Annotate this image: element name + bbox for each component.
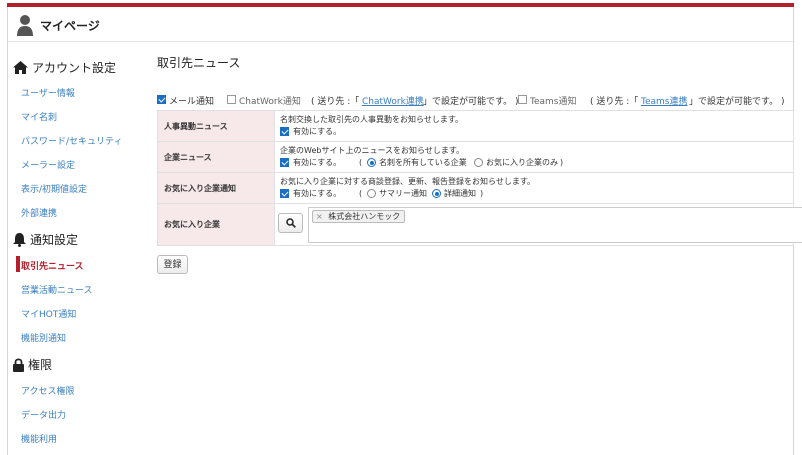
company-news-radio-fav[interactable]: [474, 158, 483, 167]
personnel-news-enable-checkbox[interactable]: [280, 127, 289, 136]
sidebar-item-external[interactable]: 外部連携: [21, 206, 57, 219]
sidebar-item-display[interactable]: 表示/初期値設定: [21, 182, 87, 195]
fav-notify-radio-detail-label: 詳細通知: [444, 189, 476, 198]
sidebar-item-client-news[interactable]: 取引先ニュース: [16, 256, 84, 272]
sidebar-section-notify-title: 通知設定: [30, 233, 79, 247]
company-news-radio-owned-label: 名刺を所有している企業: [379, 158, 467, 167]
fav-notify-radio-detail[interactable]: [432, 189, 441, 198]
chatwork-notify-label: ChatWork通知: [239, 97, 301, 107]
chatwork-note-pre: ( 送り先 :「: [311, 97, 360, 107]
company-news-paren-close: ): [560, 158, 564, 167]
row-fav-companies: お気に入り企業 × 株式会社ハンモック: [157, 203, 802, 246]
company-news-paren-open: (: [359, 158, 363, 167]
chatwork-note-post: 」で設定が可能です。 ): [423, 97, 519, 107]
home-icon: [13, 61, 28, 74]
sidebar-item-function-use[interactable]: 機能利用: [21, 432, 57, 445]
page-header-title: マイページ: [40, 19, 100, 33]
company-news-radio-owned[interactable]: [367, 158, 376, 167]
company-news-desc: 企業のWebサイト上のニュースをお知らせします。: [280, 146, 465, 155]
sidebar-section-notify: 通知設定: [13, 231, 78, 248]
sidebar-item-password[interactable]: パスワード/セキュリティ: [21, 134, 123, 147]
row-company-news: 企業ニュース 企業のWebサイト上のニュースをお知らせします。 有効にする。 (…: [157, 141, 794, 173]
company-tag: × 株式会社ハンモック: [312, 210, 406, 223]
sidebar-item-my-hot[interactable]: マイHOT通知: [21, 307, 76, 320]
company-tag-label: 株式会社ハンモック: [328, 212, 401, 221]
save-button[interactable]: 登録: [157, 255, 188, 274]
row-personnel-news: 人事異動ニュース 名刺交換した取引先の人事異動をお知らせします。 有効にする。: [157, 110, 794, 142]
teams-notify-label: Teams通知: [530, 97, 577, 107]
sidebar-section-account-title: アカウント設定: [32, 61, 117, 75]
sidebar-item-mailer[interactable]: メーラー設定: [21, 158, 75, 171]
page-title: 取引先ニュース: [157, 56, 241, 70]
header: マイページ: [8, 7, 793, 42]
personnel-news-label: 人事異動ニュース: [157, 110, 275, 142]
personnel-news-desc: 名刺交換した取引先の人事異動をお知らせします。: [280, 115, 464, 124]
search-icon: [285, 218, 296, 228]
settings-table: 人事異動ニュース 名刺交換した取引先の人事異動をお知らせします。 有効にする。 …: [157, 110, 802, 246]
sidebar-item-user-info[interactable]: ユーザー情報: [21, 86, 75, 99]
sidebar-section-permission-title: 権限: [28, 358, 53, 372]
sidebar-item-access[interactable]: アクセス権限: [21, 384, 75, 397]
bell-icon: [13, 232, 26, 247]
company-news-label: 企業ニュース: [157, 141, 275, 173]
personnel-news-enable-label: 有効にする。: [293, 127, 342, 136]
teams-notify-checkbox[interactable]: [518, 95, 527, 104]
tag-remove-icon[interactable]: ×: [316, 212, 323, 221]
sidebar: アカウント設定 ユーザー情報 マイ名刺 パスワード/セキュリティ メーラー設定 …: [8, 43, 138, 455]
fav-notify-label: お気に入り企業通知: [157, 172, 275, 204]
sidebar-item-data-export[interactable]: データ出力: [21, 408, 66, 421]
sidebar-item-sales-news[interactable]: 営業活動ニュース: [21, 283, 93, 296]
fav-notify-enable-checkbox[interactable]: [280, 189, 289, 198]
company-news-enable-label: 有効にする。: [293, 158, 342, 167]
mail-notify-label: メール通知: [169, 97, 215, 107]
company-news-enable-checkbox[interactable]: [280, 158, 289, 167]
company-search-button[interactable]: [278, 213, 303, 233]
fav-notify-radio-summary-label: サマリー通知: [379, 189, 427, 198]
sidebar-section-account: アカウント設定: [13, 59, 116, 76]
fav-notify-paren-open: (: [359, 189, 363, 198]
notify-channel-options: メール通知 ChatWork通知 ( 送り先 :「 ChatWork連携 」で設…: [157, 94, 797, 108]
row-fav-notify: お気に入り企業通知 お気に入り企業に対する商談登録、更新、報告登録をお知らせしま…: [157, 172, 794, 204]
teams-link[interactable]: Teams連携: [641, 94, 687, 107]
fav-notify-paren-close: ): [480, 189, 484, 198]
teams-note-pre: ( 送り先 :「: [590, 97, 639, 107]
lock-icon: [13, 357, 24, 372]
fav-notify-enable-label: 有効にする。: [293, 189, 342, 198]
fav-companies-input[interactable]: × 株式会社ハンモック: [308, 207, 802, 243]
company-news-radio-fav-label: お気に入り企業のみ: [486, 158, 558, 167]
fav-companies-label: お気に入り企業: [157, 203, 275, 246]
teams-note-post: 」で設定が可能です。 ): [689, 97, 785, 107]
chatwork-notify-checkbox[interactable]: [227, 95, 236, 104]
sidebar-item-my-card[interactable]: マイ名刺: [21, 110, 57, 123]
sidebar-section-permission: 権限: [13, 356, 52, 373]
sidebar-item-function-notify[interactable]: 機能別通知: [21, 331, 66, 344]
fav-notify-desc: お気に入り企業に対する商談登録、更新、報告登録をお知らせします。: [280, 177, 536, 186]
chatwork-link[interactable]: ChatWork連携: [362, 94, 424, 107]
user-icon: [17, 15, 33, 36]
mail-notify-checkbox[interactable]: [157, 95, 166, 104]
fav-notify-radio-summary[interactable]: [367, 189, 376, 198]
